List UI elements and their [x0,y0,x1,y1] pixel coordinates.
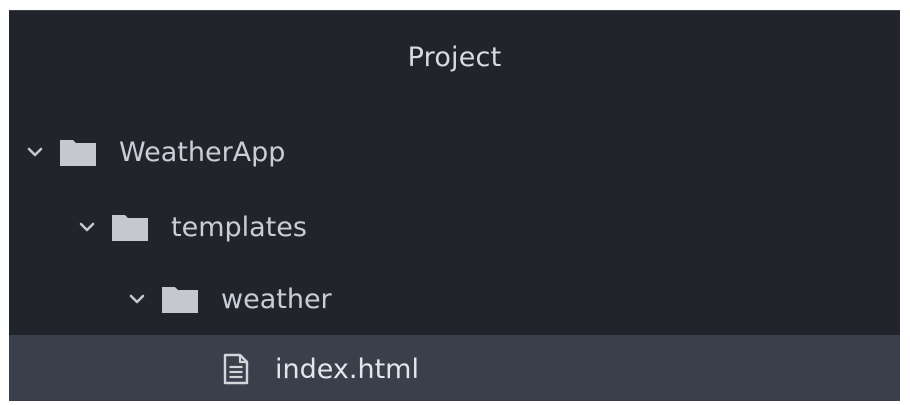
folder-icon [161,284,199,314]
project-panel: Project WeatherApp templates weather ind… [9,10,900,401]
tree-item-label: index.html [275,353,419,385]
window-frame: Project WeatherApp templates weather ind… [0,0,910,405]
panel-header: Project [9,11,900,103]
file-tree: WeatherApp templates weather index.html [9,113,900,401]
tree-item-weather[interactable]: weather [9,263,900,335]
tree-item-weatherapp[interactable]: WeatherApp [9,113,900,191]
file-text-icon [223,353,249,385]
chevron-down-icon[interactable] [27,144,43,160]
panel-title: Project [407,41,502,73]
tree-item-label: templates [171,211,307,243]
tree-item-index-html[interactable]: index.html [9,335,900,401]
folder-icon [111,212,149,242]
tree-item-label: WeatherApp [119,136,286,168]
tree-item-label: weather [221,283,332,315]
folder-icon [59,137,97,167]
tree-item-templates[interactable]: templates [9,191,900,263]
chevron-down-icon[interactable] [79,219,95,235]
chevron-down-icon[interactable] [129,291,145,307]
